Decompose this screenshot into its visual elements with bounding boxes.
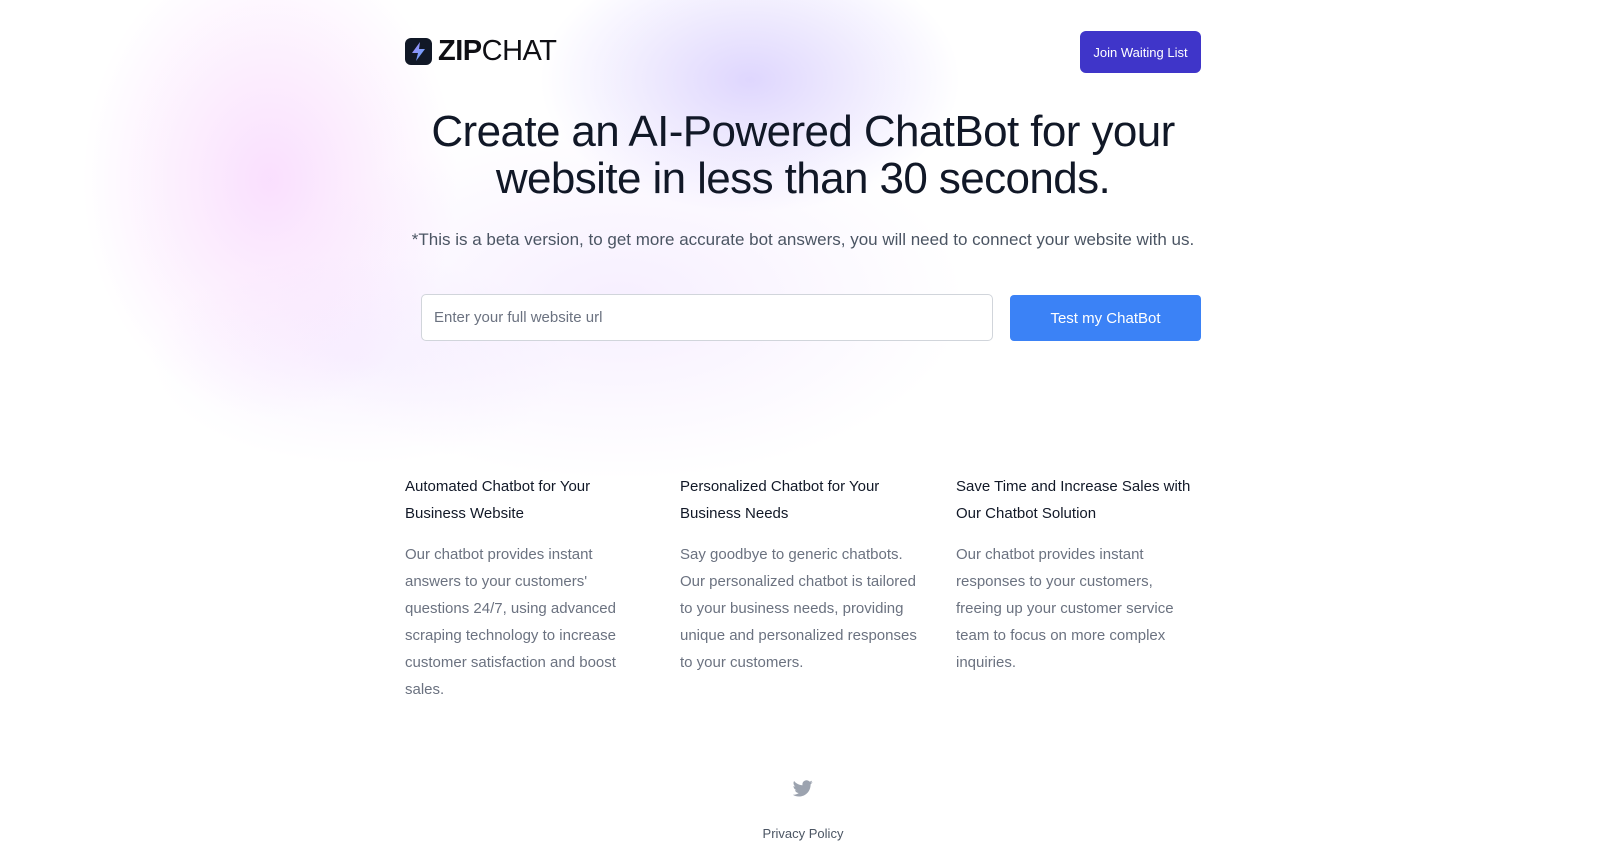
feature-card-automated: Automated Chatbot for Your Business Webs… [405, 473, 645, 703]
lightning-bolt-icon [405, 38, 432, 65]
test-chatbot-button[interactable]: Test my ChatBot [1010, 295, 1201, 341]
beta-notice: *This is a beta version, to get more acc… [411, 230, 1195, 249]
feature-title: Automated Chatbot for Your Business Webs… [405, 478, 591, 522]
twitter-icon[interactable] [792, 780, 813, 797]
feature-title: Save Time and Increase Sales with Our Ch… [956, 478, 1191, 522]
hero-title-line-1: Create an AI-Powered ChatBot for your [431, 107, 1175, 156]
hero-title: Create an AI-Powered ChatBot for your we… [380, 108, 1226, 202]
feature-card-save-time: Save Time and Increase Sales with Our Ch… [956, 473, 1201, 676]
brand-logo[interactable]: ZIPCHAT [405, 35, 557, 67]
feature-description: Our chatbot provides instant answers to … [405, 546, 616, 698]
join-waiting-list-button[interactable]: Join Waiting List [1080, 31, 1201, 73]
brand-name: ZIPCHAT [438, 35, 557, 67]
page: ZIPCHAT Join Waiting List Create an AI-P… [0, 0, 1600, 841]
feature-card-personalized: Personalized Chatbot for Your Business N… [680, 473, 920, 676]
feature-title: Personalized Chatbot for Your Business N… [680, 478, 880, 522]
hero-title-line-2: website in less than 30 seconds. [495, 154, 1111, 203]
feature-description: Our chatbot provides instant responses t… [956, 546, 1174, 671]
privacy-policy-link[interactable]: Privacy Policy [700, 826, 906, 842]
feature-description: Say goodbye to generic chatbots. Our per… [680, 546, 917, 671]
website-url-input[interactable] [421, 294, 993, 341]
